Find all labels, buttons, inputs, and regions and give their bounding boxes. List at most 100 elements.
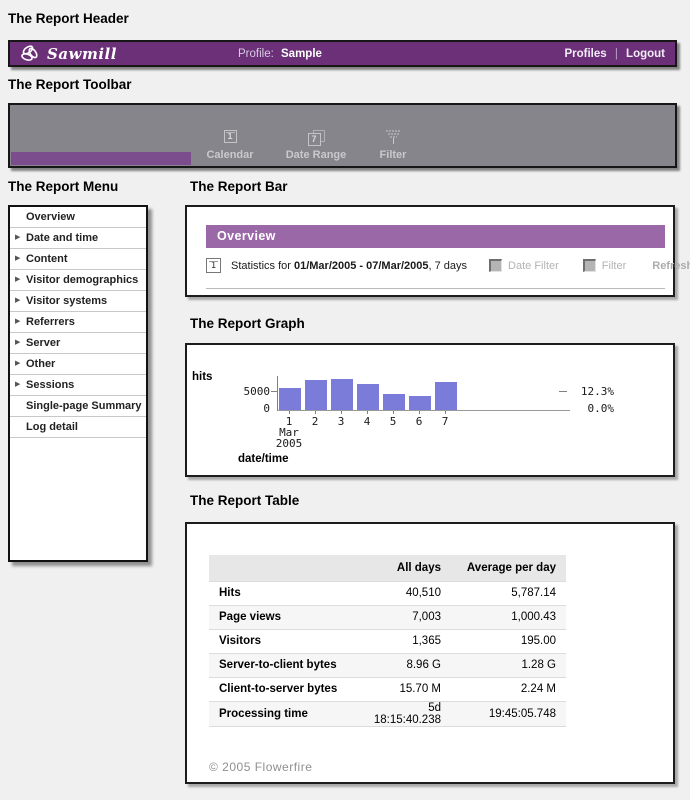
toolbar-accent-strip bbox=[11, 152, 191, 165]
filter-icon bbox=[385, 130, 402, 145]
section-heading-menu: The Report Menu bbox=[8, 179, 118, 194]
filter-button-label: Filter bbox=[358, 149, 428, 161]
copyright-footer: © 2005 Flowerfire bbox=[209, 760, 312, 774]
xtick-mark bbox=[341, 411, 342, 414]
section-heading-toolbar: The Report Toolbar bbox=[8, 77, 132, 92]
report-bar-divider bbox=[206, 288, 665, 289]
table-row: Hits40,5105,787.14 bbox=[209, 581, 566, 605]
menu-item-date-and-time[interactable]: ▶Date and time bbox=[10, 228, 146, 249]
profile-label: Profile: bbox=[238, 48, 274, 60]
statistics-text: Statistics for 01/Mar/2005 - 07/Mar/2005… bbox=[231, 260, 467, 272]
table-row: Client-to-server bytes15.70 M2.24 M bbox=[209, 677, 566, 701]
table-row: Server-to-client bytes8.96 G1.28 G bbox=[209, 653, 566, 677]
xtick-label: 1 bbox=[279, 415, 299, 428]
menu-item-single-page-summary[interactable]: Single-page Summary bbox=[10, 396, 146, 417]
expand-arrow-icon: ▶ bbox=[15, 354, 20, 374]
chart-bar bbox=[305, 380, 327, 410]
report-bar-panel: Overview 1 Statistics for 01/Mar/2005 - … bbox=[185, 205, 675, 297]
xtick-mark bbox=[419, 411, 420, 414]
statistics-row: 1 Statistics for 01/Mar/2005 - 07/Mar/20… bbox=[206, 258, 690, 273]
report-table-panel: All days Average per day Hits40,5105,787… bbox=[185, 522, 675, 784]
brand-logo-link[interactable]: Sawmill bbox=[20, 44, 117, 64]
expand-arrow-icon: ▶ bbox=[15, 228, 20, 248]
logout-link[interactable]: Logout bbox=[626, 48, 665, 60]
calendar-button-label: Calendar bbox=[188, 149, 272, 161]
chart-plot bbox=[277, 376, 570, 411]
xtick-mark bbox=[289, 411, 290, 414]
xtick-label: 3 bbox=[331, 415, 351, 428]
expand-arrow-icon: ▶ bbox=[15, 291, 20, 311]
date-range-button[interactable]: 7 Date Range bbox=[268, 130, 364, 161]
xtick-mark bbox=[445, 411, 446, 414]
statistics-date-range: 01/Mar/2005 - 07/Mar/2005 bbox=[294, 260, 429, 272]
header-links: Profiles | Logout bbox=[564, 48, 665, 60]
expand-arrow-icon: ▶ bbox=[15, 312, 20, 332]
ytick-0: 0 bbox=[222, 402, 270, 415]
sawmill-logo-icon bbox=[20, 44, 42, 64]
report-title-bar: Overview bbox=[206, 225, 665, 248]
xtick-mark bbox=[315, 411, 316, 414]
chart-xlabel: date/time bbox=[238, 453, 289, 465]
menu-item-content[interactable]: ▶Content bbox=[10, 249, 146, 270]
profile-value: Sample bbox=[281, 48, 322, 60]
ytick-5000: 5000 bbox=[222, 385, 270, 398]
xtick-label: 5 bbox=[383, 415, 403, 428]
xtick-mark bbox=[393, 411, 394, 414]
expand-arrow-icon: ▶ bbox=[15, 375, 20, 395]
menu-item-overview[interactable]: Overview bbox=[10, 207, 146, 228]
filter-button[interactable]: Filter bbox=[358, 130, 428, 161]
link-separator: | bbox=[615, 48, 618, 60]
col-blank bbox=[209, 555, 359, 581]
menu-item-visitor-demographics[interactable]: ▶Visitor demographics bbox=[10, 270, 146, 291]
menu-item-visitor-systems[interactable]: ▶Visitor systems bbox=[10, 291, 146, 312]
section-heading-header: The Report Header bbox=[8, 11, 129, 26]
calendar-button[interactable]: 1 Calendar bbox=[188, 130, 272, 161]
report-calendar-icon: 1 bbox=[206, 258, 221, 273]
menu-item-log-detail[interactable]: Log detail bbox=[10, 417, 146, 438]
section-heading-graph: The Report Graph bbox=[190, 316, 305, 331]
menu-item-server[interactable]: ▶Server bbox=[10, 333, 146, 354]
report-menu: Overview ▶Date and time ▶Content ▶Visito… bbox=[8, 205, 148, 562]
menu-item-sessions[interactable]: ▶Sessions bbox=[10, 375, 146, 396]
chart-bar bbox=[331, 379, 353, 410]
report-graph-panel: hits 5000 0 12.3% 0.0% Mar 2005 date/tim… bbox=[185, 343, 675, 477]
xtick-mark bbox=[367, 411, 368, 414]
filter-label: Filter bbox=[602, 260, 626, 272]
menu-item-other[interactable]: ▶Other bbox=[10, 354, 146, 375]
refresh-button[interactable]: Refresh bbox=[652, 260, 690, 272]
right-axis-tick bbox=[559, 391, 567, 392]
date-filter-checkbox[interactable] bbox=[489, 259, 502, 272]
date-filter-label: Date Filter bbox=[508, 260, 559, 272]
right-axis-bottom-label: 0.0% bbox=[572, 402, 614, 415]
summary-table: All days Average per day Hits40,5105,787… bbox=[209, 555, 566, 727]
menu-item-referrers[interactable]: ▶Referrers bbox=[10, 312, 146, 333]
date-range-button-label: Date Range bbox=[268, 149, 364, 161]
xtick-label: 7 bbox=[435, 415, 455, 428]
profiles-link[interactable]: Profiles bbox=[564, 48, 606, 60]
chart-bar bbox=[435, 382, 457, 410]
table-row: Visitors1,365195.00 bbox=[209, 629, 566, 653]
right-axis-top-label: 12.3% bbox=[572, 385, 614, 398]
table-row: Processing time5d 18:15:40.23819:45:05.7… bbox=[209, 701, 566, 726]
expand-arrow-icon: ▶ bbox=[15, 249, 20, 269]
report-toolbar: 1 Calendar 7 Date Range bbox=[8, 103, 677, 168]
expand-arrow-icon: ▶ bbox=[15, 270, 20, 290]
profile-status: Profile: Sample bbox=[238, 48, 322, 60]
date-range-icon: 7 bbox=[308, 130, 325, 146]
xtick-label: 2 bbox=[305, 415, 325, 428]
section-heading-table: The Report Table bbox=[190, 493, 299, 508]
col-average-per-day: Average per day bbox=[441, 555, 566, 581]
table-row: Page views7,0031,000.43 bbox=[209, 605, 566, 629]
chart-bar bbox=[357, 384, 379, 410]
table-header-row: All days Average per day bbox=[209, 555, 566, 581]
section-heading-bar: The Report Bar bbox=[190, 179, 288, 194]
col-all-days: All days bbox=[359, 555, 441, 581]
chart-bar bbox=[409, 396, 431, 410]
calendar-icon: 1 bbox=[224, 130, 237, 143]
filter-checkbox[interactable] bbox=[583, 259, 596, 272]
chart-bar bbox=[383, 394, 405, 410]
chart-ylabel: hits bbox=[192, 371, 212, 383]
chart-bar bbox=[279, 388, 301, 410]
x-period-year: 2005 bbox=[269, 437, 309, 450]
page: The Report Header The Report Toolbar The… bbox=[0, 0, 690, 800]
